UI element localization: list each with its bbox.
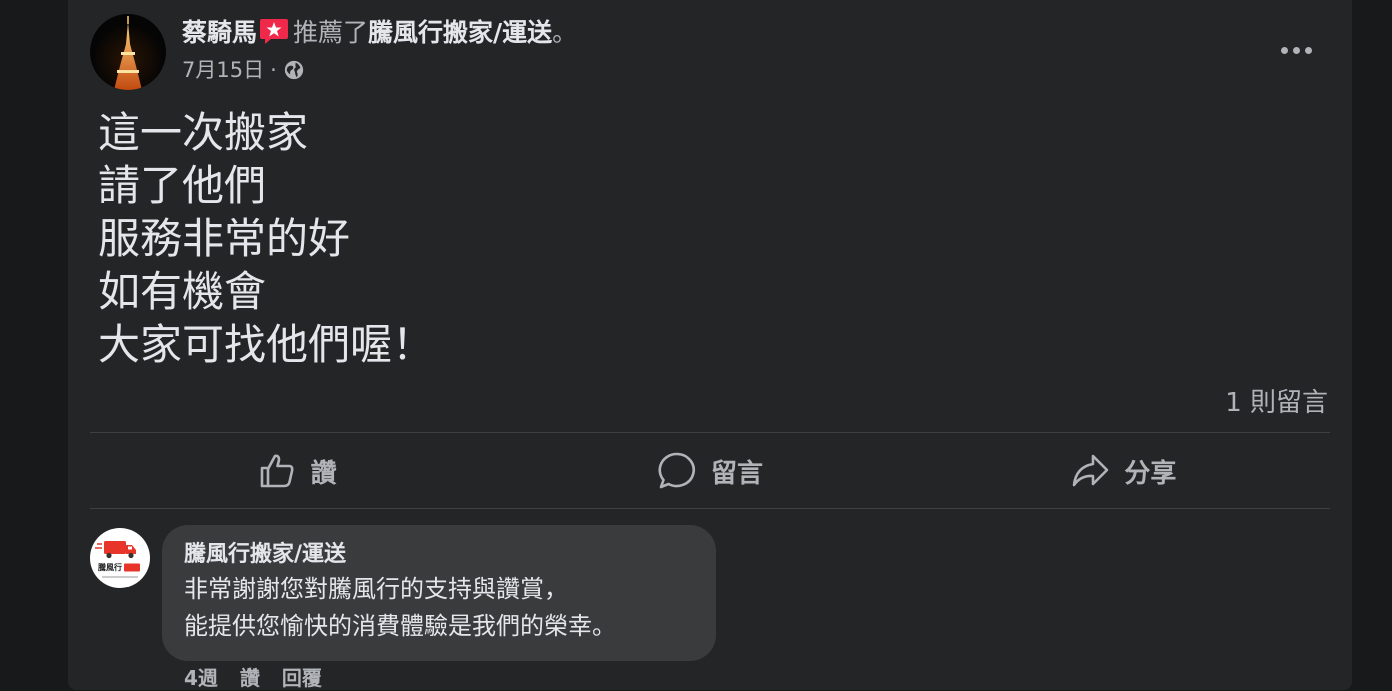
comment-count-link[interactable]: 1 則留言 [1225, 382, 1328, 419]
comment-author[interactable]: 騰風行搬家/運送 [184, 539, 694, 571]
recommend-star-badge-icon [259, 17, 289, 45]
comment-like-link[interactable]: 讚 [240, 662, 260, 691]
post-card: 蔡騎馬 推薦了騰風行搬家/運送。 7月15日 · 這一次搬家 請了他們 服務非常的… [68, 0, 1352, 690]
logo-text: 騰風行 [98, 562, 122, 572]
thumbs-up-icon [260, 454, 294, 488]
comment-meta-row: 4週 讚 回覆 [184, 662, 322, 691]
comment-button[interactable]: 留言 [503, 434, 916, 508]
post-body: 這一次搬家 請了他們 服務非常的好 如有機會 大家可找他們喔！ [98, 106, 434, 371]
globe-icon [284, 60, 303, 80]
like-label: 讚 [310, 458, 337, 489]
tokyo-tower-image [114, 16, 142, 90]
share-label: 分享 [1124, 458, 1177, 489]
author-avatar[interactable] [90, 14, 166, 90]
recommended-page-link[interactable]: 騰風行搬家/運送 [368, 18, 552, 47]
post-body-line: 如有機會 [98, 267, 267, 316]
moving-truck-logo-icon: 騰風行 [95, 541, 140, 578]
actions-bottom-divider [90, 508, 1330, 509]
like-button[interactable]: 讚 [90, 434, 503, 508]
comment-label: 留言 [710, 458, 763, 489]
comment-text-line: 非常謝謝您對騰風行的支持與讚賞， [184, 575, 568, 603]
commenter-avatar[interactable]: 騰風行 [90, 528, 150, 588]
share-button[interactable]: 分享 [917, 434, 1330, 508]
author-name[interactable]: 蔡騎馬 [182, 18, 257, 47]
actions-top-divider [90, 432, 1330, 433]
comment-reply-link[interactable]: 回覆 [282, 662, 322, 691]
comment-bubble-icon [658, 452, 695, 489]
comment-text-line: 能提供您愉快的消費體驗是我們的榮幸。 [184, 612, 616, 640]
share-arrow-icon [1073, 454, 1109, 487]
meta-separator: · [270, 58, 277, 82]
more-options-icon[interactable] [1276, 38, 1316, 62]
header-period: 。 [552, 18, 578, 47]
post-meta: 7月15日 · [182, 56, 305, 84]
post-body-line: 這一次搬家 [98, 108, 309, 157]
post-actions-bar: 讚 留言 分享 [90, 434, 1330, 508]
post-body-line: 請了他們 [98, 161, 267, 210]
post-body-line: 服務非常的好 [98, 214, 351, 263]
more-dot [1292, 46, 1300, 54]
comment-time[interactable]: 4週 [184, 662, 218, 691]
post-date[interactable]: 7月15日 [182, 56, 264, 84]
more-dot [1304, 46, 1312, 54]
post-body-line: 大家可找他們喔！ [98, 320, 435, 369]
more-dot [1280, 46, 1288, 54]
post-header: 蔡騎馬 推薦了騰風行搬家/運送。 [182, 16, 577, 50]
recommend-verb: 推薦了 [293, 18, 369, 47]
comment-bubble: 騰風行搬家/運送 非常謝謝您對騰風行的支持與讚賞， 能提供您愉快的消費體驗是我們… [162, 525, 716, 661]
